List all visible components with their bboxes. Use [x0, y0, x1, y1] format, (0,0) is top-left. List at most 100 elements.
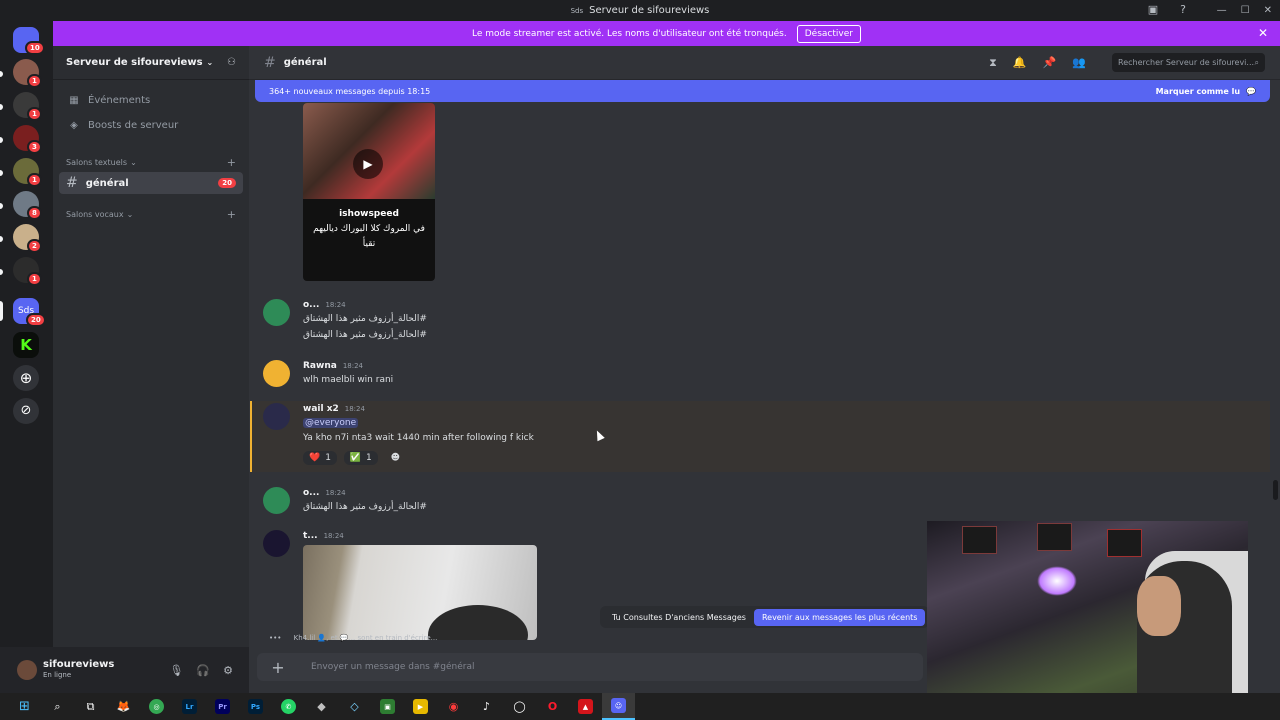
server-icon[interactable]: 8: [13, 191, 42, 220]
microphone-icon[interactable]: 🎙: [169, 664, 183, 677]
app-logo: Sds: [570, 6, 584, 15]
user-panel: sifoureviews En ligne 🎙 🎧 ⚙: [0, 647, 249, 693]
events-item[interactable]: ▦ Événements: [53, 88, 249, 113]
chevron-down-icon: ⌄: [206, 58, 214, 67]
app-icon[interactable]: ◆: [305, 693, 338, 720]
mention-count-badge: 20: [218, 178, 236, 188]
bell-icon[interactable]: 🔔: [1013, 56, 1027, 69]
server-icon[interactable]: 3: [13, 125, 42, 154]
avatar[interactable]: [263, 403, 290, 430]
reaction-heart[interactable]: ❤️ 1: [303, 451, 337, 465]
avatar[interactable]: [263, 530, 290, 557]
reactions-row: ❤️ 1 ✅ 1 ☻: [303, 451, 410, 465]
search-placeholder: Rechercher Serveur de sifourevi...: [1118, 58, 1255, 67]
streamer-face: [1137, 576, 1181, 636]
message-author: wail x2 18:24: [303, 404, 365, 414]
app-icon[interactable]: ▶: [404, 693, 437, 720]
video-embed[interactable]: ▶ ishowspeed في المروك كلا البوراك ديالي…: [303, 103, 435, 281]
home-button[interactable]: 10: [13, 27, 45, 55]
everyone-mention[interactable]: @everyone: [303, 418, 359, 428]
server-icon[interactable]: 1: [13, 257, 42, 286]
app-icon[interactable]: ◉: [437, 693, 470, 720]
inbox-icon[interactable]: ▣: [1146, 3, 1160, 17]
play-icon[interactable]: ▶: [353, 149, 383, 179]
members-icon[interactable]: 👥: [1072, 56, 1086, 69]
notification-badge: 20: [26, 313, 46, 327]
firefox-icon[interactable]: 🦊: [107, 693, 140, 720]
server-icon[interactable]: 1: [13, 59, 42, 88]
close-icon[interactable]: ✕: [1258, 26, 1268, 40]
server-label: K: [20, 336, 32, 354]
avatar[interactable]: [263, 299, 290, 326]
window-title: Serveur de sifoureviews: [589, 5, 710, 16]
message-author: o... 18:24: [303, 300, 346, 310]
headphones-icon[interactable]: 🎧: [196, 664, 210, 677]
scrollbar[interactable]: [1273, 480, 1278, 500]
server-name: Serveur de sifoureviews: [66, 57, 203, 68]
discord-icon[interactable]: ☺: [602, 693, 635, 720]
app-icon[interactable]: ◯: [503, 693, 536, 720]
calendar-icon: ▦: [69, 95, 79, 106]
pin-icon[interactable]: 📌: [1043, 56, 1057, 69]
lightroom-icon[interactable]: Lr: [173, 693, 206, 720]
add-member-icon[interactable]: ⚇: [227, 57, 236, 68]
text-channels-category[interactable]: Salons textuels ⌄ +: [53, 152, 249, 172]
message-timestamp: 18:24: [344, 405, 365, 413]
reaction-count: 1: [366, 453, 372, 463]
add-reaction-icon[interactable]: ☻: [385, 451, 406, 465]
chrome-icon[interactable]: ◎: [140, 693, 173, 720]
acrobat-icon[interactable]: ▲: [569, 693, 602, 720]
boosts-item[interactable]: ◈ Boosts de serveur: [53, 113, 249, 138]
kick-server-icon[interactable]: K: [13, 332, 39, 358]
webcam-overlay: [927, 521, 1248, 720]
server-icon[interactable]: 1: [13, 158, 42, 187]
mark-read-button[interactable]: Marquer comme lu: [1156, 87, 1240, 96]
avatar[interactable]: [263, 360, 290, 387]
new-messages-bar[interactable]: 364+ nouveaux messages depuis 18:15 Marq…: [255, 80, 1270, 102]
task-view-icon[interactable]: ⧉: [74, 693, 107, 720]
reaction-check[interactable]: ✅ 1: [343, 451, 378, 465]
start-icon[interactable]: ⊞: [8, 693, 41, 720]
tiktok-icon[interactable]: ♪: [470, 693, 503, 720]
windows-taskbar: ⊞ ⌕ ⧉ 🦊 ◎ Lr Pr Ps ✆ ◆ ◇ ▣ ▶ ◉ ♪ ◯ O ▲ ☺: [0, 693, 1280, 720]
notification-badge: 2: [27, 239, 42, 253]
minimize-button[interactable]: —: [1217, 5, 1227, 16]
gear-icon[interactable]: ⚙: [223, 664, 233, 677]
maximize-button[interactable]: ☐: [1241, 5, 1250, 16]
create-channel-icon[interactable]: +: [227, 156, 236, 169]
video-caption: تقيأ: [362, 239, 376, 249]
server-icon[interactable]: 2: [13, 224, 42, 253]
avatar[interactable]: [17, 660, 37, 680]
app-icon[interactable]: ▣: [371, 693, 404, 720]
search-input[interactable]: Rechercher Serveur de sifourevi... ⌕: [1112, 53, 1265, 72]
close-window-button[interactable]: ✕: [1264, 5, 1272, 16]
whatsapp-icon[interactable]: ✆: [272, 693, 305, 720]
server-name-header[interactable]: Serveur de sifoureviews ⌄ ⚇: [53, 46, 249, 80]
search-icon[interactable]: ⌕: [41, 693, 74, 720]
new-messages-text: 364+ nouveaux messages depuis 18:15: [269, 86, 431, 96]
poster-image: [1037, 523, 1072, 551]
message-text: #الحالة_أرزوف مثير هذا الهشتاق: [303, 330, 427, 340]
notification-badge: 10: [25, 41, 45, 55]
server-icon-active[interactable]: Sds 20: [13, 298, 46, 327]
help-icon[interactable]: ?: [1176, 3, 1190, 17]
discover-icon[interactable]: ⊘: [13, 398, 39, 424]
premiere-icon[interactable]: Pr: [206, 693, 239, 720]
heart-icon: ❤️: [309, 453, 321, 463]
video-embed[interactable]: [303, 545, 537, 640]
server-icon[interactable]: 1: [13, 92, 42, 121]
app-icon[interactable]: ◇: [338, 693, 371, 720]
add-server-icon[interactable]: ⊕: [13, 365, 39, 391]
channel-general[interactable]: # général 20: [59, 172, 243, 194]
video-caption: في المروك كلا البوراك دياليهم: [313, 224, 425, 234]
photoshop-icon[interactable]: Ps: [239, 693, 272, 720]
voice-channels-category[interactable]: Salons vocaux ⌄ +: [53, 204, 249, 224]
disable-streamer-button[interactable]: Désactiver: [796, 24, 861, 43]
avatar[interactable]: [263, 487, 290, 514]
events-label: Événements: [88, 95, 151, 106]
banner-text: Le mode streamer est activé. Les noms d'…: [472, 28, 787, 39]
threads-icon[interactable]: ⧗: [989, 56, 997, 70]
boosts-label: Boosts de serveur: [88, 120, 179, 131]
opera-icon[interactable]: O: [536, 693, 569, 720]
create-channel-icon[interactable]: +: [227, 208, 236, 221]
